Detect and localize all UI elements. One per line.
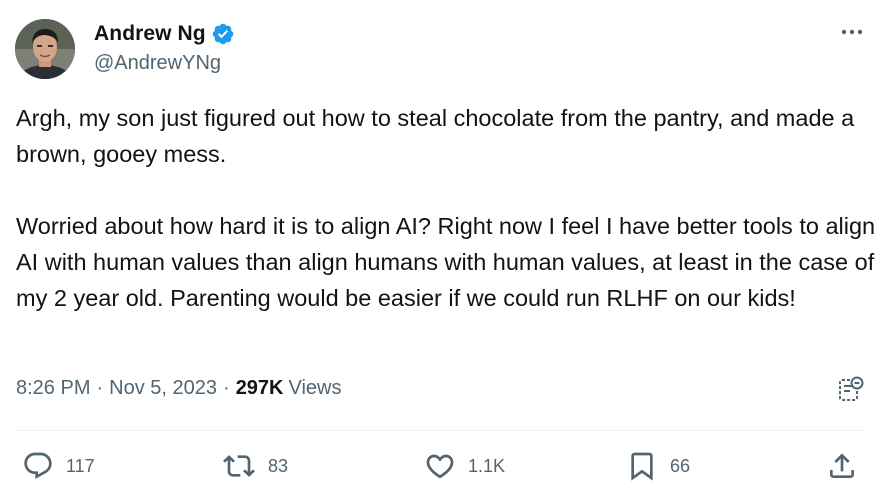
reply-button[interactable]: 117	[22, 448, 95, 484]
tweet-time[interactable]: 8:26 PM	[16, 377, 90, 400]
author-name-row: Andrew Ng	[94, 20, 235, 48]
action-bar: 117 83 1.1K 66	[0, 448, 886, 484]
like-button[interactable]: 1.1K	[424, 448, 505, 484]
meta-separator: ·	[96, 377, 104, 399]
repost-icon	[222, 450, 256, 482]
reply-icon	[22, 450, 54, 482]
views-count: 297K	[235, 377, 284, 399]
tweet-meta: 8:26 PM · Nov 5, 2023 · 297K Views	[16, 377, 342, 400]
like-icon	[424, 450, 456, 482]
author-display-name[interactable]: Andrew Ng	[94, 22, 206, 46]
views-label: Views	[288, 377, 342, 399]
share-icon	[826, 450, 858, 482]
author-handle[interactable]: @AndrewYNg	[94, 52, 221, 75]
more-icon[interactable]	[838, 22, 866, 42]
share-button[interactable]	[826, 448, 858, 484]
tweet-date[interactable]: Nov 5, 2023	[109, 377, 217, 400]
tweet-text: Argh, my son just figured out how to ste…	[16, 105, 876, 311]
bookmark-button[interactable]: 66	[626, 448, 690, 484]
like-count: 1.1K	[468, 455, 506, 476]
bookmark-icon	[626, 450, 658, 482]
meta-separator: ·	[223, 377, 230, 399]
avatar[interactable]	[15, 19, 75, 79]
repost-count: 83	[268, 455, 289, 476]
verified-badge-icon[interactable]	[211, 22, 235, 46]
grok-icon[interactable]	[838, 376, 864, 404]
repost-button[interactable]: 83	[222, 448, 288, 484]
bookmark-count: 66	[670, 455, 691, 476]
divider	[16, 430, 866, 431]
reply-count: 117	[66, 455, 95, 476]
tweet: Andrew Ng @AndrewYNg Argh, my son just f…	[0, 0, 886, 495]
avatar-photo	[15, 19, 75, 79]
